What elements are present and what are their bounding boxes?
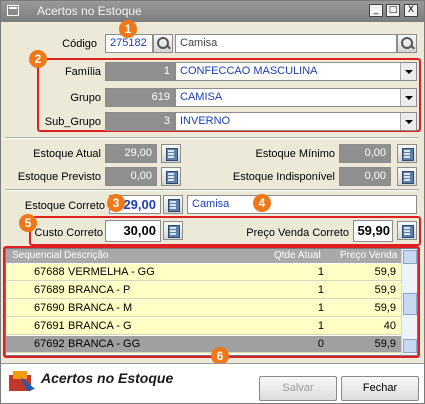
window-title: Acertos no Estoque [37,4,142,18]
estoque-previsto-label: Estoque Previsto [17,171,101,183]
estoque-atual-field[interactable]: 29,00 [105,144,157,163]
calculator-icon[interactable] [397,144,417,163]
calculator-icon[interactable] [163,221,183,240]
preco-venda-correto-label: Preço Venda Correto [246,227,349,239]
minimize-button[interactable]: _ [369,4,383,17]
familia-label: Família [64,66,101,78]
grupo-value: CAMISA [180,91,223,103]
chevron-down-icon[interactable] [400,63,416,80]
estoque-atual-label: Estoque Atual [33,148,101,160]
estoque-indisponivel-field[interactable]: 0,00 [339,167,391,186]
preco-venda-correto-field[interactable]: 59,90 [353,220,393,242]
sub-grupo-label: Sub_Grupo [44,116,101,128]
badge-3: 3 [107,194,125,212]
grid-highlight [3,246,420,358]
divider [5,189,419,191]
custo-correto-label: Custo Correto [34,227,103,239]
calculator-icon[interactable] [163,195,183,214]
chevron-down-icon[interactable] [400,113,416,130]
grupo-select[interactable]: CAMISA [175,88,417,107]
estoque-indisponivel-label: Estoque Indisponível [232,171,335,183]
footer: Acertos no Estoque Salvar Fechar [1,363,424,403]
chevron-down-icon[interactable] [400,89,416,106]
sub-grupo-code-field[interactable]: 3 [105,112,175,131]
calculator-icon[interactable] [161,144,181,163]
estoque-minimo-label: Estoque Mínimo [255,148,335,160]
badge-1: 1 [119,20,137,38]
save-button[interactable]: Salvar [259,376,337,401]
familia-value: CONFECCAO MASCULINA [180,65,318,77]
app-icon [7,5,19,16]
familia-select[interactable]: CONFECCAO MASCULINA [175,62,417,81]
calculator-icon[interactable] [397,167,417,186]
close-button[interactable]: X [404,4,418,17]
familia-code-field[interactable]: 1 [105,62,175,81]
badge-4: 4 [253,194,271,212]
title-bar: Acertos no Estoque _ □ X [1,1,424,22]
calculator-icon[interactable] [397,221,417,240]
sub-grupo-value: INVERNO [180,115,231,127]
codigo-desc-field[interactable]: Camisa [175,34,397,53]
estoque-previsto-field[interactable]: 0,00 [105,167,157,186]
custo-correto-field[interactable]: 30,00 [105,220,161,242]
estoque-correto-label: Estoque Correto [24,200,105,212]
codigo-search-icon[interactable] [153,34,173,53]
divider [5,137,419,139]
close-form-button[interactable]: Fechar [341,376,419,401]
footer-title: Acertos no Estoque [41,370,174,386]
calculator-icon[interactable] [161,167,181,186]
estoque-minimo-field[interactable]: 0,00 [339,144,391,163]
codigo-label: Código [62,38,97,50]
estoque-correto-desc-field[interactable]: Camisa [187,195,417,214]
grupo-code-field[interactable]: 619 [105,88,175,107]
app-logo-icon [7,369,37,395]
main-window: Acertos no Estoque _ □ X Código 275182 C… [0,0,425,404]
sub-grupo-select[interactable]: INVERNO [175,112,417,131]
desc-search-icon[interactable] [397,34,417,53]
maximize-button[interactable]: □ [386,4,400,17]
grupo-label: Grupo [70,92,101,104]
